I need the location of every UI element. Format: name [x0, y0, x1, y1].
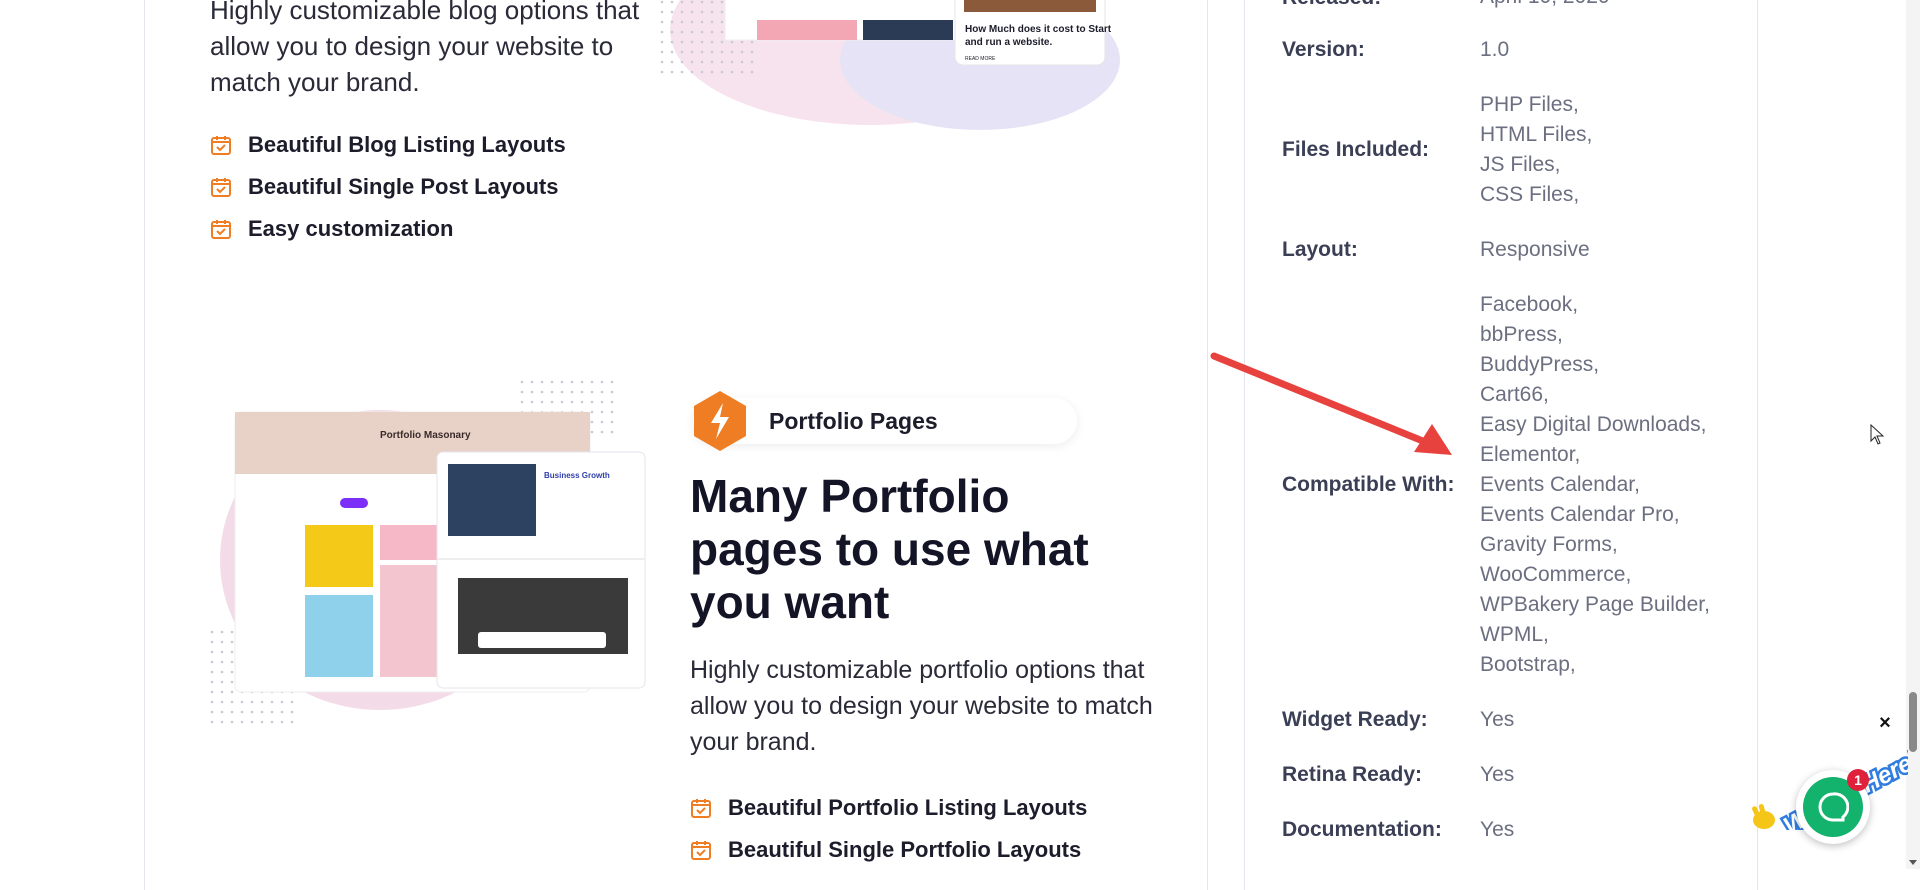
blog-card-title-line1: How Much does it cost to Start [965, 24, 1112, 35]
files-item: HTML Files, [1480, 123, 1593, 146]
page-scrollbar[interactable] [1906, 0, 1920, 869]
version-label: Version: [1282, 38, 1365, 61]
widget-ready-value: Yes [1480, 708, 1515, 731]
compat-item: WPBakery Page Builder, [1480, 593, 1710, 616]
list-item: Easy customization [210, 208, 566, 250]
annotation-arrow [1210, 352, 1452, 455]
blog-card-link: READ MORE [965, 56, 996, 62]
retina-ready-value: Yes [1480, 763, 1515, 786]
compat-item: WPML, [1480, 623, 1549, 646]
files-item: CSS Files, [1480, 183, 1580, 206]
layout-value: Responsive [1480, 238, 1590, 261]
calendar-check-icon [691, 799, 711, 818]
compat-item: Events Calendar Pro, [1480, 503, 1680, 526]
files-included-values: PHP Files, HTML Files, JS Files, CSS Fil… [1480, 90, 1592, 210]
compat-item: WooCommerce, [1480, 563, 1632, 586]
blog-card-title-line2: and run a website. [965, 37, 1052, 48]
feature-label: Beautiful Single Post Layouts [248, 174, 559, 199]
compat-item: Cart66, [1480, 383, 1549, 406]
feature-label: Beautiful Portfolio Listing Layouts [728, 795, 1088, 820]
feature-label: Easy customization [248, 216, 454, 241]
portfolio-heading: Many Portfolio pages to use what you wan… [690, 470, 1089, 628]
blog-feature-list: Beautiful Blog Listing Layouts Beautiful… [210, 124, 566, 250]
portfolio-feature-list: Beautiful Portfolio Listing Layouts Beau… [690, 787, 1087, 871]
portfolio-pages-badge: Portfolio Pages [693, 391, 1077, 451]
portfolio-masonry-title: Portfolio Masonary [380, 430, 471, 441]
compatible-with-values: Facebook, bbPress, BuddyPress, Cart66, E… [1480, 290, 1710, 680]
layout-label: Layout: [1282, 238, 1358, 261]
compat-item: bbPress, [1480, 323, 1563, 346]
blog-preview-image: How Much does it cost to Start and run a… [660, 0, 1120, 130]
files-item: JS Files, [1480, 153, 1561, 176]
list-item: Beautiful Single Post Layouts [210, 166, 566, 208]
compat-item: Events Calendar, [1480, 473, 1640, 496]
files-included-label: Files Included: [1282, 138, 1430, 161]
compat-item: Easy Digital Downloads, [1480, 413, 1707, 436]
wave-hand-icon [1752, 804, 1775, 829]
blog-description: Highly customizable blog options that al… [210, 0, 640, 97]
list-item: Beautiful Single Portfolio Layouts [690, 829, 1087, 871]
portfolio-preview-image: Portfolio Masonary Business Growth [205, 380, 646, 725]
portfolio-description: Highly customizable portfolio options th… [690, 656, 1153, 756]
documentation-value: Yes [1480, 818, 1515, 841]
portfolio-card-title: Business Growth [544, 471, 610, 480]
calendar-check-icon [691, 841, 711, 860]
chat-unread-badge: 1 [1847, 769, 1869, 791]
calendar-check-icon [211, 136, 231, 155]
list-item: Beautiful Portfolio Listing Layouts [690, 787, 1087, 829]
compat-item: Gravity Forms, [1480, 533, 1618, 556]
released-label: Released: [1282, 0, 1381, 10]
compat-item: Bootstrap, [1480, 653, 1576, 676]
calendar-check-icon [211, 220, 231, 239]
files-item: PHP Files, [1480, 93, 1579, 116]
version-value: 1.0 [1480, 38, 1510, 61]
documentation-label: Documentation: [1282, 818, 1442, 841]
widget-ready-label: Widget Ready: [1282, 708, 1428, 731]
released-value: April 10, 2020 [1480, 0, 1610, 12]
list-item: Beautiful Blog Listing Layouts [210, 124, 566, 166]
feature-label: Beautiful Single Portfolio Layouts [728, 837, 1082, 862]
compatible-with-label: Compatible With: [1282, 473, 1455, 496]
retina-ready-label: Retina Ready: [1282, 763, 1423, 786]
badge-label: Portfolio Pages [769, 407, 938, 434]
compat-item: Elementor, [1480, 443, 1581, 466]
lightning-icon [694, 391, 746, 451]
calendar-check-icon [211, 178, 231, 197]
scrollbar-thumb[interactable] [1909, 692, 1917, 752]
compat-item: BuddyPress, [1480, 353, 1600, 376]
feature-label: Beautiful Blog Listing Layouts [248, 132, 566, 157]
compat-item: Facebook, [1480, 293, 1579, 316]
cursor-icon [1870, 424, 1884, 445]
close-icon[interactable]: × [1876, 713, 1894, 733]
scroll-down-arrow-icon[interactable] [1908, 857, 1918, 867]
